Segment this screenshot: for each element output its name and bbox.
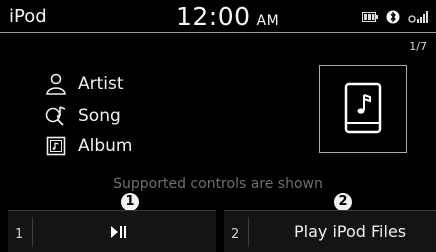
song-label: Song bbox=[78, 106, 121, 126]
play-pause-icon bbox=[111, 226, 126, 238]
song-row: Song bbox=[44, 104, 121, 128]
album-art bbox=[319, 65, 407, 153]
clock-time: 12:00 bbox=[176, 2, 251, 31]
play-pause-button[interactable]: 1 bbox=[8, 210, 216, 252]
slot-number-2: 2 bbox=[231, 227, 240, 242]
source-title: iPod bbox=[9, 6, 47, 27]
artist-label: Artist bbox=[78, 74, 124, 94]
slot-separator bbox=[248, 217, 249, 247]
ipod-screen: iPod 12:00 AM 1/7 Artist Song Album Supp… bbox=[0, 0, 436, 252]
slot-separator bbox=[32, 217, 33, 247]
album-label: Album bbox=[78, 136, 133, 156]
page-indicator: 1/7 bbox=[409, 40, 427, 53]
callout-2: 2 bbox=[334, 193, 352, 211]
slot-number-1: 1 bbox=[15, 227, 24, 242]
person-icon bbox=[46, 73, 66, 95]
bluetooth-icon bbox=[386, 10, 400, 24]
clock-ampm: AM bbox=[256, 13, 280, 29]
play-ipod-files-label: Play iPod Files bbox=[294, 222, 407, 241]
bottom-control-bar: 1 2 Play iPod Files bbox=[0, 210, 436, 252]
status-bar: iPod 12:00 AM bbox=[0, 0, 436, 33]
album-icon bbox=[46, 136, 66, 156]
clock: 12:00 AM bbox=[176, 2, 279, 31]
artist-row: Artist bbox=[44, 72, 124, 96]
music-note-search-icon bbox=[45, 106, 66, 126]
callout-1: 1 bbox=[121, 193, 139, 211]
album-row: Album bbox=[44, 134, 132, 158]
battery-icon bbox=[362, 12, 378, 22]
signal-icon bbox=[408, 11, 428, 23]
play-ipod-files-button[interactable]: 2 Play iPod Files bbox=[224, 210, 436, 252]
supported-controls-text: Supported controls are shown bbox=[113, 176, 323, 192]
status-icons bbox=[362, 9, 430, 25]
music-device-icon bbox=[344, 82, 382, 134]
